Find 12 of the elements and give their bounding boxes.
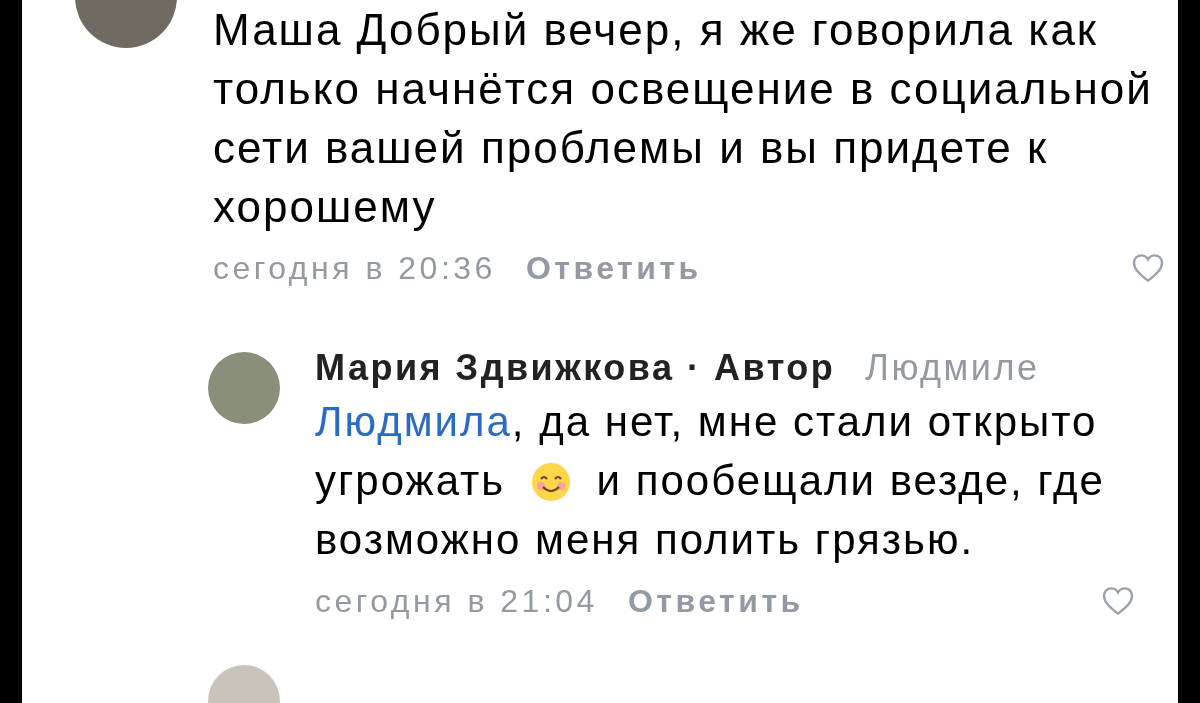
- heart-icon[interactable]: [1102, 586, 1134, 616]
- smiling-face-icon: [530, 462, 571, 502]
- reply-link[interactable]: Ответить: [525, 249, 702, 287]
- mention-link[interactable]: Людмила: [315, 398, 512, 445]
- reply-text: Людмила, да нет, мне стали открыто угрожать и пообещали везде, где возможно меня полить грязью.: [315, 397, 1106, 565]
- heart-icon[interactable]: [1132, 253, 1164, 283]
- comment-text: Маша Добрый вечер, я же говорила как только начнётся освещение в социальной сети вашей проблемы и вы придете к хорошему: [213, 4, 1154, 233]
- reply-link[interactable]: Ответить: [627, 582, 804, 620]
- comment-time: сегодня в 20:36: [213, 249, 496, 287]
- author-name[interactable]: Мария Здвижкова · Автор: [315, 344, 836, 392]
- reply-to-name: Людмиле: [865, 346, 1040, 390]
- comment-time: сегодня в 21:04: [315, 582, 598, 620]
